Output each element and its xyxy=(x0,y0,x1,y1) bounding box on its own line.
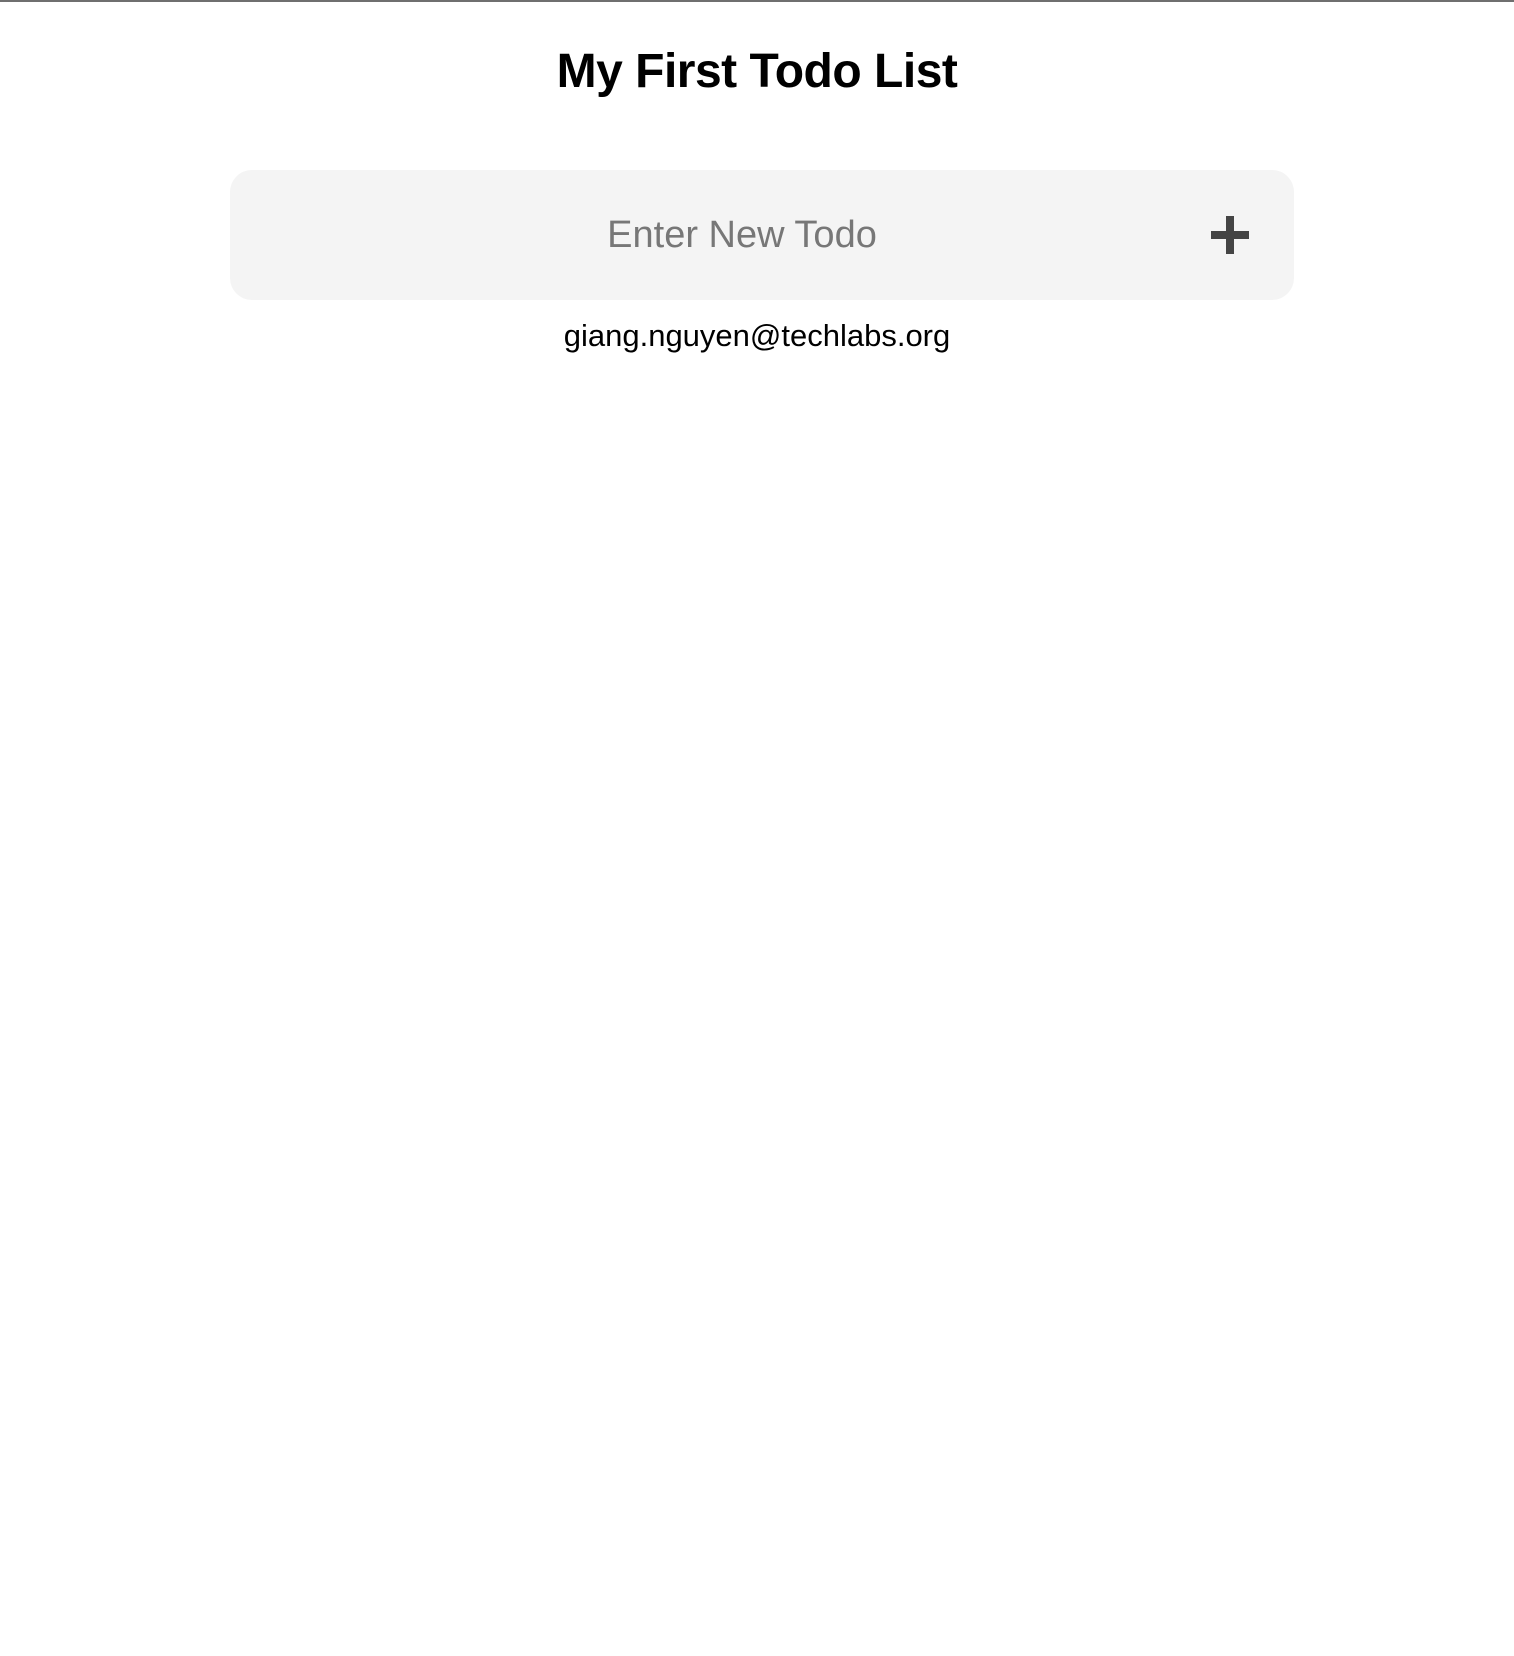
user-email: giang.nguyen@techlabs.org xyxy=(563,318,951,353)
new-todo-input[interactable] xyxy=(230,170,1294,300)
page-title: My First Todo List xyxy=(556,45,958,98)
new-todo-form xyxy=(230,170,1294,300)
top-divider xyxy=(0,0,1514,2)
plus-icon xyxy=(1211,216,1249,254)
add-todo-button[interactable] xyxy=(1190,195,1270,275)
